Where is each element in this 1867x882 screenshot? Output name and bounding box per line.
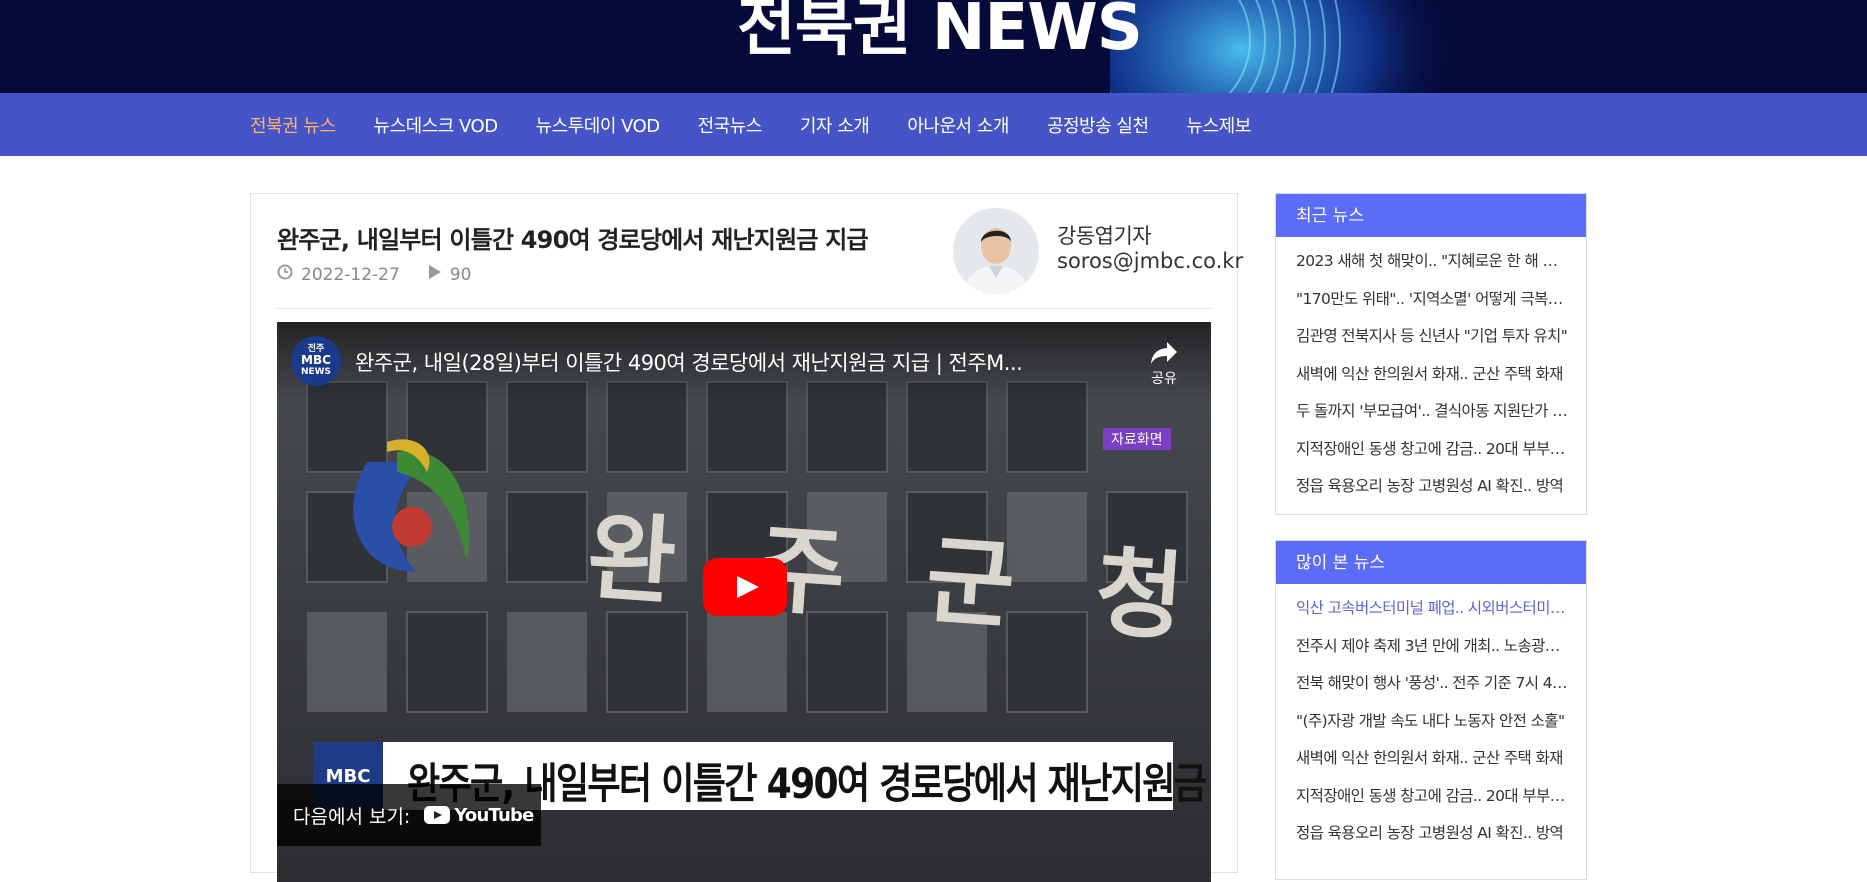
nav-item[interactable]: 뉴스투데이 VOD <box>536 112 661 138</box>
reporter-email[interactable]: soros@jmbc.co.kr <box>1057 249 1243 273</box>
article-meta: 2022-12-27 90 <box>277 264 499 285</box>
nav-item[interactable]: 전국뉴스 <box>698 112 763 138</box>
article-date: 2022-12-27 <box>277 264 400 285</box>
news-list-item[interactable]: 정읍 육용오리 농장 고병원성 AI 확진.. 방역 <box>1276 815 1586 853</box>
news-list-item[interactable]: "(주)자광 개발 속도 내다 노동자 안전 소홀" <box>1276 703 1586 741</box>
popular-news-header: 많이 본 뉴스 <box>1276 541 1586 584</box>
video-title-link[interactable]: 완주군, 내일(28일)부터 이틀간 490여 경로당에서 재난지원금 지급 |… <box>355 347 1023 377</box>
article-date-text: 2022-12-27 <box>301 264 400 285</box>
article-views-text: 90 <box>449 264 472 285</box>
share-label: 공유 <box>1151 371 1177 387</box>
youtube-logo: YouTube <box>424 804 534 826</box>
article-views: 90 <box>428 264 472 285</box>
play-count-icon <box>428 264 442 285</box>
divider <box>277 308 1211 309</box>
site-logo-title[interactable]: 전북권 NEWS <box>737 0 1143 60</box>
nav-item[interactable]: 뉴스데스크 VOD <box>374 112 499 138</box>
popular-news-list: 익산 고속버스터미널 폐업.. 시외버스터미널로 전주시 제야 축제 3년 만에 … <box>1276 584 1586 853</box>
recent-news-list: 2023 새해 첫 해맞이.. "지혜로운 한 해 되길" "170만도 위태".… <box>1276 237 1586 506</box>
news-list-item[interactable]: 정읍 육용오리 농장 고병원성 AI 확진.. 방역 <box>1276 468 1586 506</box>
main-nav: 전북권 뉴스 뉴스데스크 VOD 뉴스투데이 VOD 전국뉴스 기자 소개 아나운서 소개… <box>0 93 1867 156</box>
play-button[interactable] <box>703 558 787 616</box>
news-list-item[interactable]: 새벽에 익산 한의원서 화재.. 군산 주택 화재 <box>1276 356 1586 394</box>
recent-news-header: 최근 뉴스 <box>1276 194 1586 237</box>
nav-item[interactable]: 아나운서 소개 <box>907 112 1009 138</box>
news-list-item[interactable]: 지적장애인 동생 창고에 감금.. 20대 부부 입건 <box>1276 431 1586 469</box>
nav-item[interactable]: 뉴스제보 <box>1187 112 1252 138</box>
youtube-icon <box>424 806 451 824</box>
banner-light-rings <box>1110 0 1460 93</box>
site-banner: 전북권 NEWS <box>0 0 1867 93</box>
news-list-item[interactable]: 두 돌까지 '부모급여'.. 결식아동 지원단가 인상 <box>1276 393 1586 431</box>
recent-news-box: 최근 뉴스 2023 새해 첫 해맞이.. "지혜로운 한 해 되길" "170만… <box>1275 193 1587 515</box>
reporter-name: 강동엽기자 <box>1057 224 1152 248</box>
news-list-item[interactable]: 익산 고속버스터미널 폐업.. 시외버스터미널로 <box>1276 590 1586 628</box>
channel-logo-mid-text: MBC <box>301 353 331 368</box>
article-title: 완주군, 내일부터 이틀간 490여 경로당에서 재난지원금 지급 <box>277 226 869 254</box>
archive-footage-tag: 자료화면 <box>1103 428 1171 450</box>
reporter-avatar <box>953 208 1039 294</box>
youtube-player[interactable]: 완 주 군 청 전주 MBC NEWS 완주군, 내일(28일)부터 이틀간 4… <box>277 322 1211 882</box>
channel-logo-bottom-text: NEWS <box>300 366 332 377</box>
clock-icon <box>277 264 293 285</box>
youtube-logo-text: YouTube <box>454 804 534 826</box>
nav-item[interactable]: 전북권 뉴스 <box>250 112 336 138</box>
news-list-item[interactable]: 전주시 제야 축제 3년 만에 개최.. 노송광장 일대 <box>1276 628 1586 666</box>
news-list-item[interactable]: 지적장애인 동생 창고에 감금.. 20대 부부 입건 <box>1276 778 1586 816</box>
watch-on-label: 다음에서 보기: <box>293 805 411 828</box>
share-button[interactable]: 공유 <box>1139 340 1189 388</box>
popular-news-box: 많이 본 뉴스 익산 고속버스터미널 폐업.. 시외버스터미널로 전주시 제야 축… <box>1275 540 1587 880</box>
news-list-item[interactable]: "170만도 위태".. '지역소멸' 어떻게 극복하나 <box>1276 281 1586 319</box>
nav-item[interactable]: 공정방송 실천 <box>1047 112 1149 138</box>
main-nav-list: 전북권 뉴스 뉴스데스크 VOD 뉴스투데이 VOD 전국뉴스 기자 소개 아나운서 소개… <box>250 93 1289 156</box>
article-card: 완주군, 내일부터 이틀간 490여 경로당에서 재난지원금 지급 2022-1… <box>250 193 1243 882</box>
news-list-item[interactable]: 김관영 전북지사 등 신년사 "기업 투자 유치" <box>1276 318 1586 356</box>
channel-logo[interactable]: 전주 MBC NEWS <box>291 336 341 386</box>
news-list-item[interactable]: 2023 새해 첫 해맞이.. "지혜로운 한 해 되길" <box>1276 243 1586 281</box>
news-list-item[interactable]: 새벽에 익산 한의원서 화재.. 군산 주택 화재 <box>1276 740 1586 778</box>
news-list-item[interactable]: 전북 해맞이 행사 '풍성'.. 전주 기준 7시 40분 <box>1276 665 1586 703</box>
nav-item[interactable]: 기자 소개 <box>800 112 870 138</box>
share-icon <box>1151 342 1177 364</box>
watch-on-youtube-button[interactable]: 다음에서 보기: YouTube <box>277 784 541 846</box>
